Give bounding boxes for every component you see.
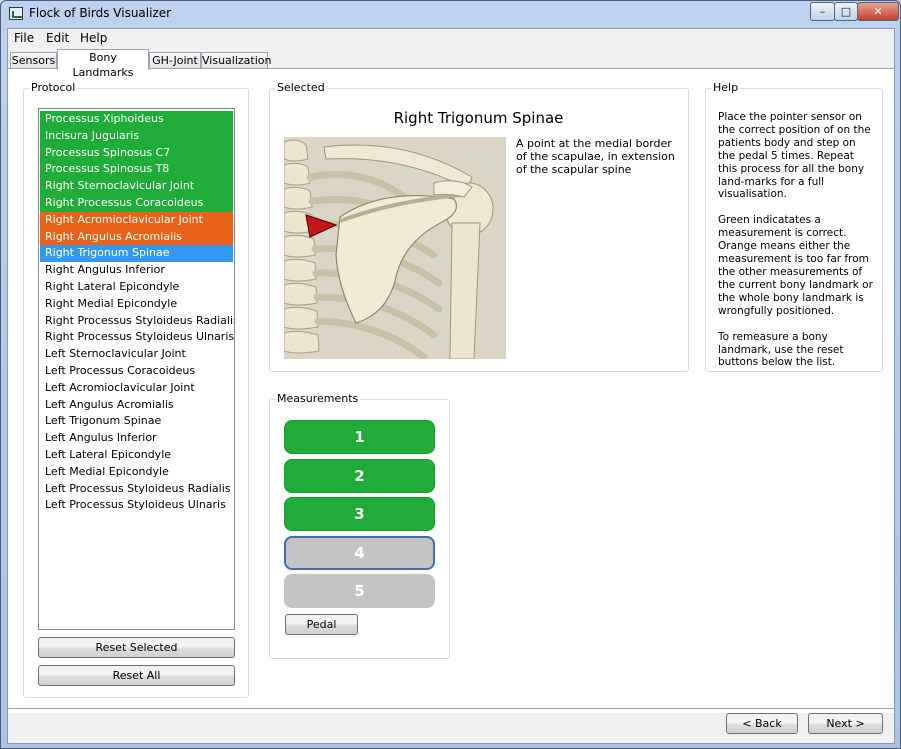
protocol-group: Protocol Processus Xiphoideus Incisura Ju…: [23, 81, 249, 698]
list-item[interactable]: Right Angulus Inferior: [40, 262, 233, 279]
help-text: Place the pointer sensor on the correct …: [718, 111, 874, 382]
list-item[interactable]: Left Processus Coracoideus: [40, 363, 233, 380]
measurement-button-1[interactable]: 1: [284, 420, 435, 454]
app-window: Flock of Birds Visualizer – □ ✕ File Edi…: [0, 0, 901, 749]
landmark-description: A point at the medial border of the scap…: [516, 137, 675, 176]
list-item[interactable]: Right Sternoclavicular Joint: [40, 178, 233, 195]
list-item[interactable]: Processus Spinosus C7: [40, 144, 233, 162]
list-item[interactable]: Right Processus Styloideus Radialis: [40, 313, 234, 330]
list-item[interactable]: Right Trigonum Spinae: [40, 245, 233, 263]
tab-gh-joint[interactable]: GH-Joint: [149, 52, 201, 69]
reset-all-button[interactable]: Reset All: [38, 665, 235, 686]
next-button[interactable]: Next >: [808, 713, 883, 734]
tab-bar: Sensors Bony Landmarks GH-Joint Visualiz…: [8, 49, 894, 79]
reset-selected-button[interactable]: Reset Selected: [38, 637, 235, 658]
list-item[interactable]: Left Lateral Epicondyle: [40, 447, 233, 464]
title-bar[interactable]: Flock of Birds Visualizer – □ ✕: [1, 1, 900, 27]
measurements-group: Measurements 1 2 3 4 5 Pedal: [269, 392, 450, 659]
list-item[interactable]: Left Processus Styloideus Radialis: [40, 481, 233, 498]
menu-file[interactable]: File: [14, 31, 34, 45]
measurement-button-5[interactable]: 5: [284, 574, 435, 608]
measurement-button-4[interactable]: 4: [284, 535, 435, 570]
help-title: Help: [711, 81, 741, 94]
list-item[interactable]: Processus Xiphoideus: [40, 111, 233, 128]
list-item[interactable]: Left Sternoclavicular Joint: [40, 346, 233, 363]
bottom-separator: [8, 708, 894, 709]
scapula-illustration: [284, 137, 506, 359]
selected-title: Selected: [275, 81, 327, 94]
measurement-button-2[interactable]: 2: [284, 458, 435, 493]
pedal-button[interactable]: Pedal: [285, 614, 358, 635]
protocol-list[interactable]: Processus Xiphoideus Incisura Jugularis Pr…: [38, 108, 235, 630]
list-item[interactable]: Right Processus Coracoideus: [40, 194, 233, 212]
list-item[interactable]: Left Processus Styloideus Ulnaris: [40, 497, 233, 514]
menu-help[interactable]: Help: [80, 31, 107, 45]
bony-landmarks-pane: Protocol Processus Xiphoideus Incisura Ju…: [8, 68, 894, 713]
menu-edit[interactable]: Edit: [46, 31, 69, 45]
tab-visualization[interactable]: Visualization: [201, 52, 271, 69]
app-icon: [9, 7, 23, 20]
list-item[interactable]: Right Lateral Epicondyle: [40, 279, 233, 296]
window-title: Flock of Birds Visualizer: [29, 6, 172, 20]
client-area: File Edit Help Sensors Bony Landmarks GH…: [7, 28, 895, 744]
minimize-button[interactable]: –: [810, 2, 835, 21]
list-item[interactable]: Left Trigonum Spinae: [40, 413, 233, 430]
help-paragraph-2: Green indicatates a measurement is corre…: [718, 214, 873, 317]
back-button[interactable]: < Back: [726, 713, 798, 734]
list-item[interactable]: Left Angulus Inferior: [40, 430, 233, 447]
scapula-image: [284, 137, 506, 359]
list-item[interactable]: Right Medial Epicondyle: [40, 296, 233, 313]
menu-bar: File Edit Help: [8, 29, 894, 48]
list-item[interactable]: Right Processus Styloideus Ulnaris: [40, 329, 234, 346]
list-item[interactable]: Processus Spinosus T8: [40, 161, 233, 179]
help-group: Help Place the pointer sensor on the cor…: [705, 81, 883, 372]
protocol-title: Protocol: [29, 81, 78, 94]
list-item[interactable]: Left Acromioclavicular Joint: [40, 380, 233, 397]
list-item[interactable]: Incisura Jugularis: [40, 127, 233, 145]
help-paragraph-1: Place the pointer sensor on the correct …: [718, 111, 871, 201]
measurement-button-3[interactable]: 3: [284, 497, 435, 531]
tab-sensors[interactable]: Sensors: [10, 52, 57, 69]
maximize-button[interactable]: □: [834, 2, 858, 21]
landmark-name: Right Trigonum Spinae: [393, 109, 564, 127]
list-item[interactable]: Left Medial Epicondyle: [40, 464, 233, 481]
list-item[interactable]: Right Angulus Acromialis: [40, 228, 233, 246]
list-item[interactable]: Left Angulus Acromialis: [40, 397, 233, 414]
selected-group: Selected Right Trigonum Spinae A point a…: [269, 81, 689, 372]
close-button[interactable]: ✕: [857, 2, 899, 21]
help-paragraph-3: To remeasure a bony landmark, use the re…: [718, 330, 844, 369]
list-item[interactable]: Right Acromioclavicular Joint: [40, 211, 233, 229]
measurements-title: Measurements: [275, 392, 361, 405]
tab-bony-landmarks[interactable]: Bony Landmarks: [57, 49, 149, 79]
